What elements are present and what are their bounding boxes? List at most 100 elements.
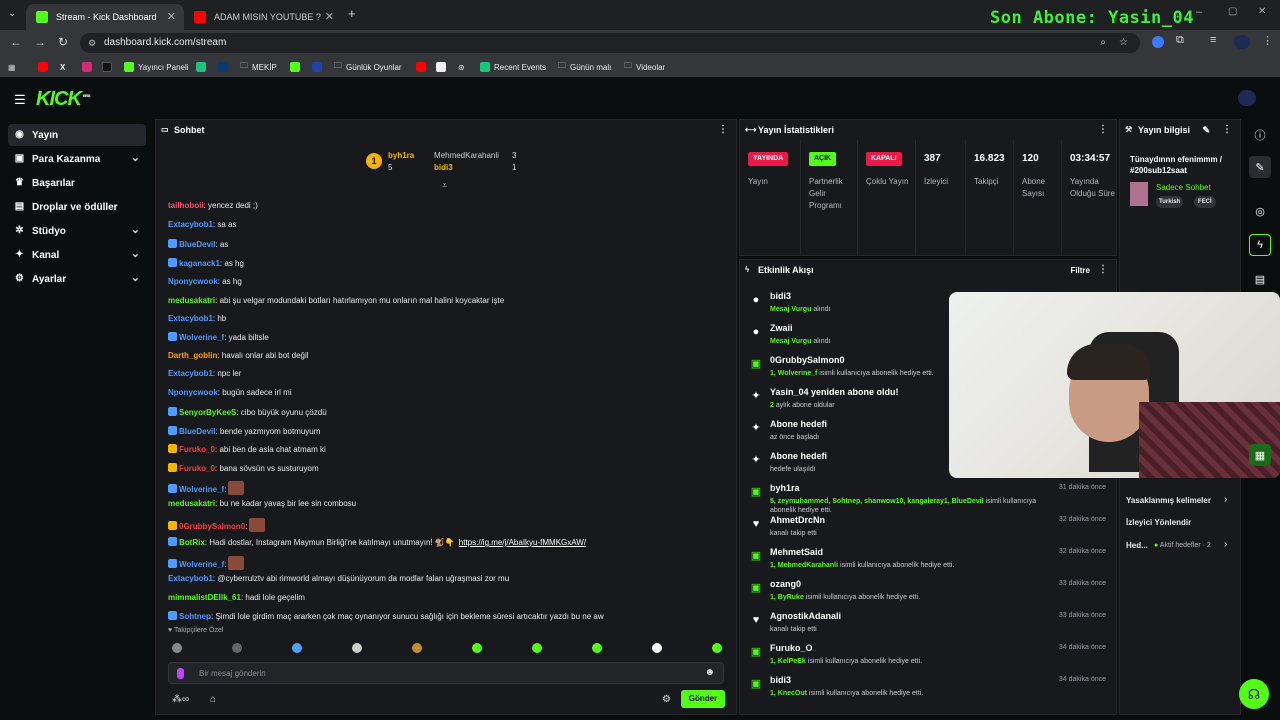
chat-link[interactable]: https://ig.me/j/AbaIkyu-fMMKGxAW/ [459, 538, 586, 547]
bookmark-mekip[interactable]: 🗀 MEKİP [240, 60, 277, 74]
store-icon[interactable]: ⌂ [210, 694, 216, 705]
chat-username[interactable]: BotRix [179, 538, 205, 547]
chat-username[interactable]: Nponycwook [168, 388, 218, 397]
bookmark-image-icon[interactable] [436, 60, 446, 74]
mic-icon[interactable] [177, 668, 184, 679]
bookmark-gunluk-oyunlar[interactable]: 🗀 Günlük Oyunlar [334, 60, 402, 74]
hamburger-menu-icon[interactable]: ☰ [14, 92, 26, 108]
tab-youtube[interactable]: ADAM MISIN YOUTUBE ? | Rude ✕ [184, 4, 342, 30]
more-options-icon[interactable]: ⋮ [1222, 124, 1232, 135]
help-headset-icon[interactable]: ☊ [1239, 679, 1269, 709]
kick-logo[interactable]: KICK BETA [36, 88, 90, 111]
chat-username[interactable]: Darth_goblin [168, 351, 217, 360]
close-icon[interactable]: ✕ [325, 10, 334, 23]
emote-icon[interactable] [412, 643, 422, 653]
bookmark-yayinci-paneli[interactable]: Yayıncı Paneli [124, 60, 189, 74]
chat-username[interactable]: Wolverine_f [179, 560, 224, 569]
bookmark-recent-events[interactable]: Recent Events [480, 60, 546, 74]
bookmark-blue-icon[interactable] [312, 60, 322, 74]
chat-username[interactable]: kaganack1 [179, 259, 220, 268]
info-circle-icon[interactable]: ⓘ [1249, 124, 1271, 146]
send-button[interactable]: Gönder [681, 690, 725, 708]
url-input[interactable]: ⚙ dashboard.kick.com/stream ⌕ ☆ [80, 33, 1140, 53]
chat-username[interactable]: Wolverine_f [179, 485, 224, 494]
account-avatar[interactable] [1238, 90, 1256, 106]
chat-username[interactable]: Nponycwook [168, 277, 218, 286]
lightning-tool-icon[interactable]: ϟ [1249, 234, 1271, 256]
emote-icon[interactable] [172, 643, 182, 653]
notes-tool-icon[interactable]: ▤ [1249, 268, 1271, 290]
bookmark-youtube2-icon[interactable] [416, 60, 426, 74]
browser-menu-icon[interactable]: ⋮ [1262, 34, 1273, 47]
chat-username[interactable]: Furuko_0 [179, 464, 215, 473]
chat-settings-icon[interactable]: ⚙ [662, 694, 671, 705]
chat-username[interactable]: medusakatri [168, 499, 215, 508]
bookmark-instagram-icon[interactable] [82, 60, 92, 74]
nav-studyo[interactable]: ✲ Stüdyo ⌄ [8, 220, 146, 242]
chat-username[interactable]: BlueDevil [179, 427, 215, 436]
pinned-toggle-icon[interactable]: ⩡ [442, 180, 447, 191]
window-close-icon[interactable]: ✕ [1258, 6, 1266, 17]
emote-icon[interactable] [352, 643, 362, 653]
chat-username[interactable]: Wolverine_f [179, 333, 224, 342]
category-name[interactable]: Sadece Sohbet [1156, 183, 1211, 192]
tab-search-icon[interactable]: ⌄ [8, 8, 16, 19]
edit-pencil-icon[interactable]: ✎ [1202, 125, 1210, 136]
chat-tools-icon[interactable]: ⁂∞ [172, 694, 189, 705]
emote-icon[interactable] [592, 643, 602, 653]
bookmark-videolar[interactable]: 🗀 Videolar [624, 60, 665, 74]
chat-username[interactable]: mimmalistDEIlk_61 [168, 593, 241, 602]
chat-username[interactable]: BlueDevil [179, 240, 215, 249]
chat-tool-icon[interactable]: ▦ [1249, 444, 1271, 466]
new-tab-icon[interactable]: + [348, 6, 356, 21]
bookmark-star-icon[interactable]: ☆ [1119, 33, 1128, 53]
tab-kick-dashboard[interactable]: Stream - Kick Dashboard ✕ [26, 4, 184, 30]
nav-yayin[interactable]: ◉ Yayın [8, 124, 146, 146]
maximize-icon[interactable]: ▢ [1228, 6, 1237, 17]
emote-icon[interactable] [532, 643, 542, 653]
reload-icon[interactable]: ↻ [58, 35, 68, 49]
forward-icon[interactable]: → [34, 35, 46, 49]
emote-icon[interactable] [292, 643, 302, 653]
emote-icon[interactable] [472, 643, 482, 653]
emoji-icon[interactable]: ☻ [704, 667, 715, 678]
bookmark-gunun-mali[interactable]: 🗀 Günün malı [558, 60, 611, 74]
chat-username[interactable]: Extacybob1 [168, 574, 213, 583]
tag-turkish[interactable]: Turkish [1156, 196, 1184, 208]
chat-username[interactable]: 0GrubbySalmon0 [179, 522, 245, 531]
emote-icon[interactable] [652, 643, 662, 653]
edit-tool-icon[interactable]: ✎ [1249, 156, 1271, 178]
nav-ayarlar[interactable]: ⚙ Ayarlar ⌄ [8, 268, 146, 290]
extensions-puzzle-icon[interactable]: ⧉ [1176, 34, 1184, 47]
site-info-icon[interactable]: ⚙ [88, 33, 96, 53]
apps-icon[interactable]: ▦ [8, 60, 16, 74]
chat-username[interactable]: Sohtnep [179, 612, 211, 621]
emote-icon[interactable] [232, 643, 242, 653]
bookmark-x-icon[interactable]: X [60, 60, 65, 74]
chat-username[interactable]: Extacybob1 [168, 314, 213, 323]
bookmark-green-icon[interactable] [196, 60, 206, 74]
camera-tool-icon[interactable]: ◎ [1249, 200, 1271, 222]
back-icon[interactable]: ← [10, 35, 22, 49]
close-icon[interactable]: ✕ [167, 10, 176, 23]
filter-button[interactable]: Filtre [1070, 266, 1090, 275]
chat-username[interactable]: medusakatri [168, 296, 215, 305]
more-options-icon[interactable]: ⋮ [1098, 124, 1108, 135]
reading-list-icon[interactable]: ≡ [1210, 34, 1216, 46]
chat-input[interactable]: Bir mesaj gönderin ☻ [168, 662, 724, 684]
more-options-icon[interactable]: ⋮ [1098, 264, 1108, 275]
tag-feci[interactable]: FECİ [1194, 196, 1216, 208]
more-options-icon[interactable]: ⋮ [718, 124, 728, 135]
extension-icon[interactable] [1152, 36, 1164, 48]
nav-basarilar[interactable]: ♛ Başarılar [8, 172, 146, 194]
bookmark-prime-icon[interactable] [218, 60, 228, 74]
bookmark-youtube-icon[interactable] [38, 60, 48, 74]
minimize-icon[interactable]: – [1196, 6, 1202, 18]
viewer-redirect-link[interactable]: İzleyici Yönlendir [1126, 518, 1191, 527]
chat-username[interactable]: Extacybob1 [168, 369, 213, 378]
nav-para-kazanma[interactable]: ▣ Para Kazanma ⌄ [8, 148, 146, 170]
goals-link[interactable]: Hed... [1126, 541, 1148, 550]
bookmark-openai-icon[interactable]: ⊛ [458, 60, 465, 74]
nav-droplar[interactable]: ▤ Droplar ve ödüller [8, 196, 146, 218]
nav-kanal[interactable]: ✦ Kanal ⌄ [8, 244, 146, 266]
